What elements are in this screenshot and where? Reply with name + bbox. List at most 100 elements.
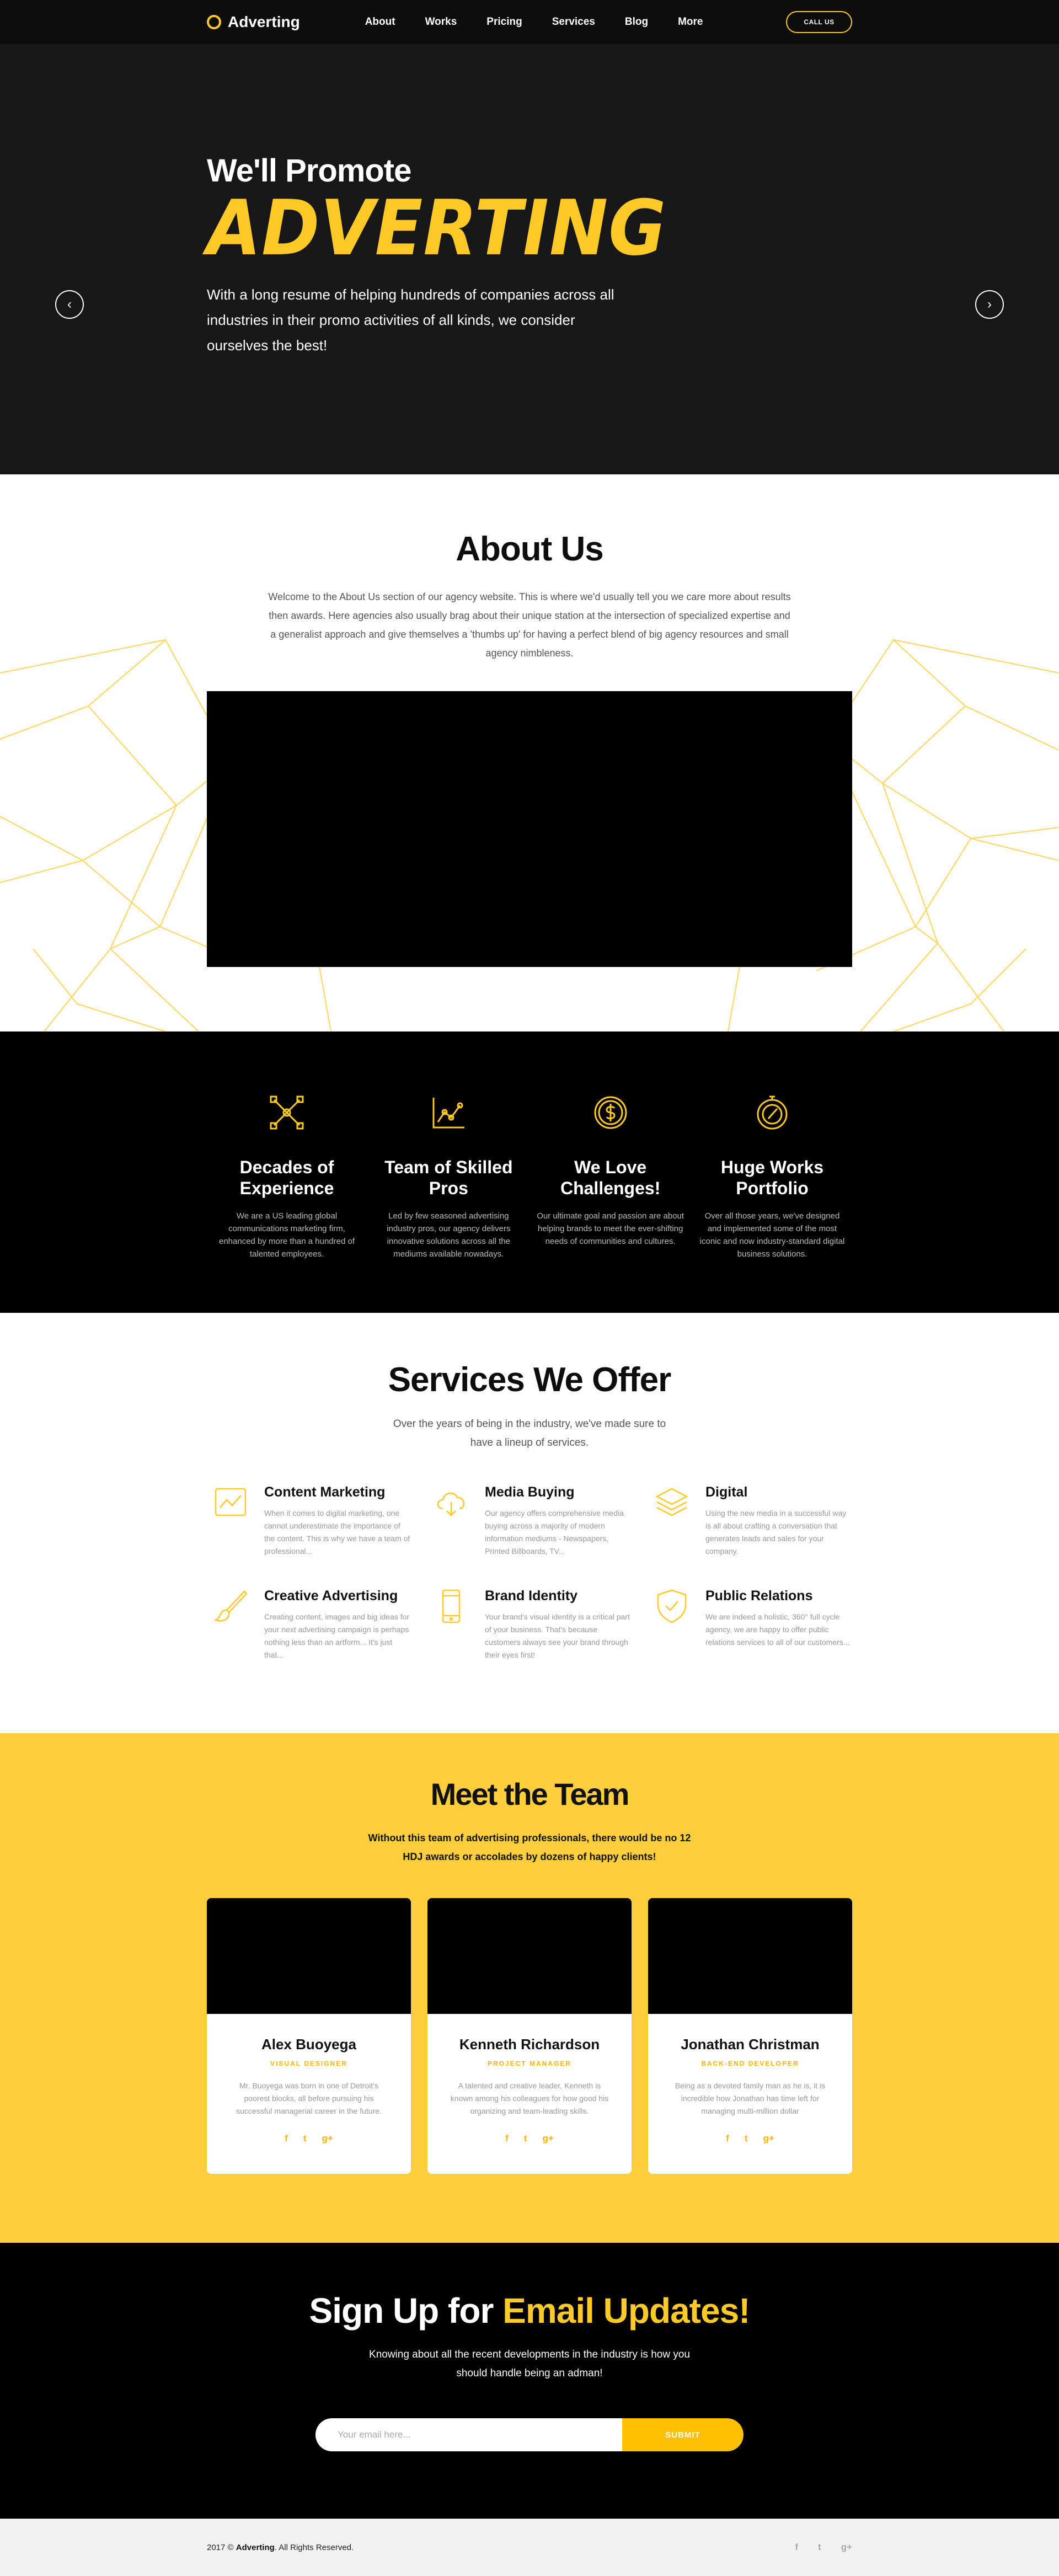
feature-item: Team of Skilled Pros Led by few seasoned… bbox=[374, 1093, 523, 1260]
facebook-icon[interactable]: f bbox=[505, 2133, 509, 2144]
service-text: We are indeed a holistic, 360° full cycl… bbox=[705, 1612, 850, 1647]
service-title: Digital bbox=[705, 1484, 748, 1500]
member-name: Jonathan Christman bbox=[681, 2036, 820, 2053]
top-navbar: Adverting About Works Pricing Services B… bbox=[0, 0, 1059, 44]
feature-text: Our ultimate goal and passion are about … bbox=[537, 1211, 684, 1246]
newsletter-form: SUBMIT bbox=[315, 2418, 744, 2451]
layers-icon bbox=[655, 1488, 688, 1516]
hero-slider: ‹ › We'll Promote ADVERTING With a long … bbox=[0, 44, 1059, 474]
service-item[interactable]: Brand Identity Your brand's visual ident… bbox=[427, 1588, 648, 1692]
menu-item-more[interactable]: More bbox=[678, 16, 703, 28]
facebook-icon[interactable]: f bbox=[726, 2133, 729, 2144]
member-role: BACK-END DEVELOPER bbox=[701, 2060, 799, 2067]
service-item[interactable]: Media Buying Our agency offers comprehen… bbox=[427, 1484, 648, 1588]
service-item[interactable]: Creative Advertising Creating content, i… bbox=[207, 1588, 427, 1692]
twitter-icon[interactable]: t bbox=[818, 2542, 821, 2553]
feature-item: Decades of Experience We are a US leadin… bbox=[212, 1093, 361, 1260]
service-title: Public Relations bbox=[705, 1588, 813, 1604]
brand-name: Adverting bbox=[228, 13, 300, 30]
newsletter-title: Sign Up for Email Updates! bbox=[207, 2290, 852, 2331]
service-item[interactable]: Content Marketing When it comes to digit… bbox=[207, 1484, 427, 1588]
feature-title: Team of Skilled Pros bbox=[384, 1157, 513, 1198]
prev-slide-glyph: ‹ bbox=[67, 297, 72, 312]
service-text: Using the new media in a successful way … bbox=[705, 1509, 847, 1556]
copyright-rights: . All Rights Reserved. bbox=[274, 2542, 354, 2552]
feature-title: We Love Challenges! bbox=[560, 1157, 661, 1198]
twitter-icon[interactable]: t bbox=[745, 2133, 748, 2144]
about-video-placeholder[interactable] bbox=[207, 691, 852, 967]
shield-check-icon bbox=[657, 1589, 687, 1623]
team-section: Meet the Team Without this team of adver… bbox=[0, 1733, 1059, 2243]
feature-text: We are a US leading global communication… bbox=[218, 1211, 355, 1259]
menu-item-blog[interactable]: Blog bbox=[625, 16, 648, 28]
member-bio: A talented and creative leader, Kenneth … bbox=[450, 2081, 609, 2115]
hero-description: With a long resume of helping hundreds o… bbox=[207, 286, 614, 354]
service-title: Brand Identity bbox=[485, 1588, 578, 1604]
service-text: Creating content, images and big ideas f… bbox=[264, 1612, 410, 1659]
line-chart-icon bbox=[432, 1098, 465, 1129]
google-plus-icon[interactable]: g+ bbox=[322, 2133, 333, 2144]
team-photo bbox=[207, 1898, 411, 2014]
brand-logo[interactable]: Adverting bbox=[207, 13, 300, 31]
copyright-brand: Adverting bbox=[236, 2542, 275, 2552]
service-text: When it comes to digital marketing, one … bbox=[264, 1509, 410, 1556]
member-socials: f t g+ bbox=[427, 2133, 632, 2144]
member-bio: Mr. Buoyega was born in one of Detroit's… bbox=[236, 2081, 382, 2115]
feature-item: We Love Challenges! Our ultimate goal an… bbox=[536, 1093, 685, 1260]
hexagon-logo-icon bbox=[207, 15, 221, 29]
twitter-icon[interactable]: t bbox=[303, 2133, 307, 2144]
menu-item-pricing[interactable]: Pricing bbox=[486, 16, 522, 28]
newsletter-section: Sign Up for Email Updates! Knowing about… bbox=[0, 2243, 1059, 2519]
main-menu: About Works Pricing Services Blog More bbox=[365, 16, 733, 28]
chevron-left-icon[interactable]: ‹ bbox=[55, 290, 84, 319]
chart-frame-icon bbox=[215, 1488, 247, 1516]
services-section: Services We Offer Over the years of bein… bbox=[0, 1313, 1059, 1733]
dollar-coin-icon bbox=[594, 1096, 627, 1129]
service-item[interactable]: Public Relations We are indeed a holisti… bbox=[648, 1588, 852, 1692]
team-card: Jonathan Christman BACK-END DEVELOPER Be… bbox=[648, 1898, 852, 2174]
feature-text: Led by few seasoned advertising industry… bbox=[387, 1211, 511, 1259]
menu-item-works[interactable]: Works bbox=[425, 16, 457, 28]
feature-title: Decades of Experience bbox=[239, 1157, 334, 1198]
menu-item-about[interactable]: About bbox=[365, 16, 395, 28]
copyright-year: 2017 © bbox=[207, 2542, 236, 2552]
feature-text: Over all those years, we've designed and… bbox=[699, 1211, 845, 1259]
email-input[interactable] bbox=[315, 2418, 622, 2451]
services-intro: Over the years of being in the industry,… bbox=[393, 1418, 666, 1449]
call-us-button[interactable]: CALL US bbox=[786, 11, 852, 33]
member-role: PROJECT MANAGER bbox=[487, 2060, 571, 2067]
member-socials: f t g+ bbox=[648, 2133, 852, 2144]
service-text: Your brand's visual identity is a critic… bbox=[485, 1612, 630, 1659]
google-plus-icon[interactable]: g+ bbox=[841, 2542, 852, 2553]
google-plus-icon[interactable]: g+ bbox=[763, 2133, 774, 2144]
facebook-icon[interactable]: f bbox=[285, 2133, 288, 2144]
chevron-right-icon[interactable]: › bbox=[975, 290, 1004, 319]
google-plus-icon[interactable]: g+ bbox=[543, 2133, 554, 2144]
services-grid: Content Marketing When it comes to digit… bbox=[207, 1484, 852, 1692]
member-bio: Being as a devoted family man as he is, … bbox=[675, 2081, 826, 2115]
service-text: Our agency offers comprehensive media bu… bbox=[485, 1509, 624, 1556]
member-name: Alex Buoyega bbox=[261, 2036, 356, 2053]
twitter-icon[interactable]: t bbox=[524, 2133, 527, 2144]
cloud-download-icon bbox=[437, 1493, 464, 1516]
compass-icon bbox=[757, 1095, 788, 1130]
about-title: About Us bbox=[456, 530, 604, 568]
facebook-icon[interactable]: f bbox=[795, 2542, 798, 2553]
hero-brand-title: ADVERTING bbox=[207, 184, 667, 272]
team-card: Alex Buoyega VISUAL DESIGNER Mr. Buoyega… bbox=[207, 1898, 411, 2174]
service-title: Creative Advertising bbox=[264, 1588, 398, 1604]
services-title: Services We Offer bbox=[388, 1361, 672, 1399]
newsletter-description: Knowing about all the recent development… bbox=[369, 2349, 690, 2379]
about-section: About Us Welcome to the About Us section… bbox=[0, 474, 1059, 1032]
service-title: Content Marketing bbox=[264, 1484, 386, 1500]
submit-button[interactable]: SUBMIT bbox=[622, 2418, 744, 2451]
vector-pen-icon bbox=[270, 1095, 304, 1130]
member-socials: f t g+ bbox=[207, 2133, 411, 2144]
brush-icon bbox=[213, 1590, 248, 1622]
feature-item: Huge Works Portfolio Over all those year… bbox=[698, 1093, 847, 1260]
menu-item-services[interactable]: Services bbox=[552, 16, 595, 28]
footer-socials: f t g+ bbox=[775, 2542, 852, 2553]
service-item[interactable]: Digital Using the new media in a success… bbox=[648, 1484, 852, 1588]
newsletter-title-lead: Sign Up for bbox=[309, 2291, 503, 2331]
copyright: 2017 © Adverting. All Rights Reserved. bbox=[207, 2543, 354, 2552]
